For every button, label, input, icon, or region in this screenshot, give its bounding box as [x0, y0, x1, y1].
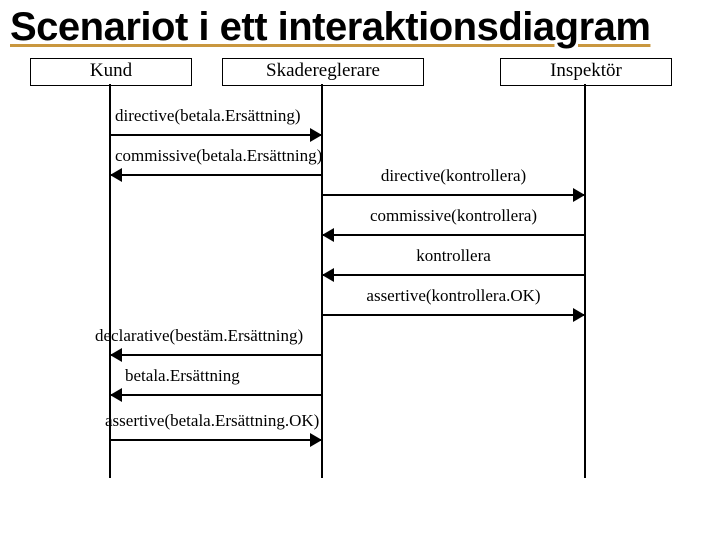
msg-label: directive(kontrollera): [323, 166, 584, 186]
msg-commissive-betala: commissive(betala.Ersättning): [111, 168, 321, 192]
lifeline-inspektor: [584, 84, 586, 478]
msg-label: declarative(bestäm.Ersättning): [91, 326, 321, 346]
msg-label: commissive(kontrollera): [323, 206, 584, 226]
msg-label: assertive(kontrollera.OK): [323, 286, 584, 306]
msg-label: assertive(betala.Ersättning.OK): [101, 411, 321, 431]
actor-skadereglerare: Skadereglerare: [222, 58, 424, 86]
msg-label: betala.Ersättning: [121, 366, 321, 386]
actor-inspektor: Inspektör: [500, 58, 672, 86]
actor-kund: Kund: [30, 58, 192, 86]
msg-assertive-betala-ok: assertive(betala.Ersättning.OK): [111, 433, 321, 457]
msg-label: kontrollera: [323, 246, 584, 266]
sequence-diagram: Kund Skadereglerare Inspektör directive(…: [0, 58, 720, 478]
msg-label: directive(betala.Ersättning): [111, 106, 321, 126]
msg-betala: betala.Ersättning: [111, 388, 321, 412]
slide-title: Scenariot i ett interaktionsdiagram: [0, 0, 720, 48]
msg-assertive-kontrollera-ok: assertive(kontrollera.OK): [323, 308, 584, 332]
msg-label: commissive(betala.Ersättning): [111, 146, 321, 166]
